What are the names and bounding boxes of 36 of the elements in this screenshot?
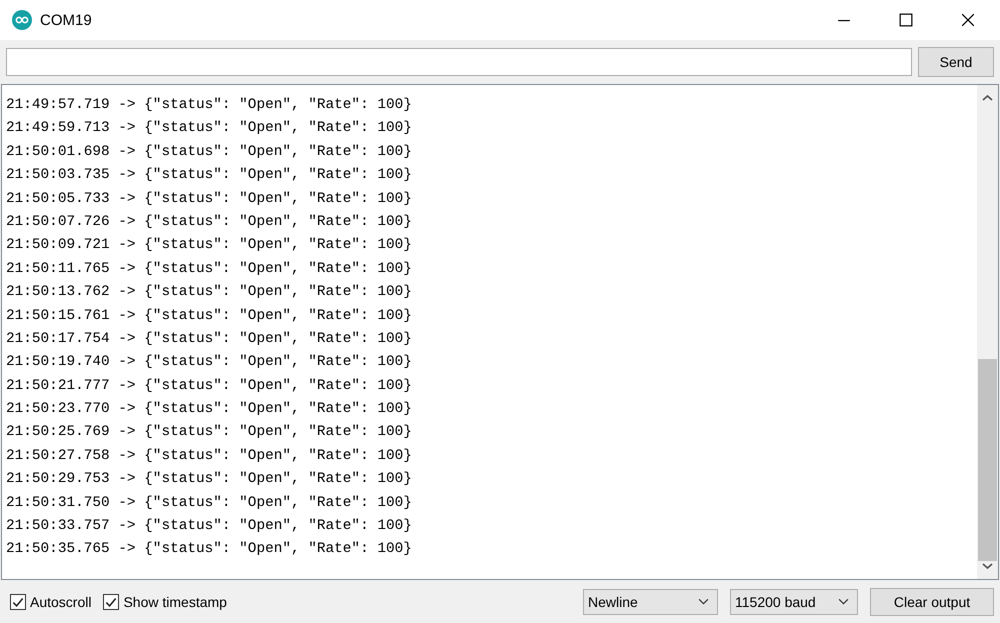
window-title: COM19 [40,12,92,28]
serial-output-line: 21:49:57.719 -> {"status": "Open", "Rate": 100} [6,96,413,115]
scrollbar-drawing[interactable] [977,85,998,579]
checkbox-label: Autoscroll [30,594,92,610]
chevron-down-icon [838,598,849,605]
serial-output-line: 21:49:59.713 -> {"status": "Open", "Rate": 100} [6,119,413,138]
serial-output-line: 21:50:35.765 -> {"status": "Open", "Rate": 100} [6,540,413,560]
serial-output-line: 21:50:15.761 -> {"status": "Open", "Rate": 100} [6,306,413,326]
chevron-down-icon [698,598,709,605]
serial-output-line: 21:50:21.777 -> {"status": "Open", "Rate": 100} [6,376,413,396]
serial-output-line: 21:50:09.721 -> {"status": "Open", "Rate": 100} [6,236,413,256]
serial-output-line: 21:50:25.769 -> {"status": "Open", "Rate": 100} [6,423,413,442]
serial-output-line: 21:50:07.726 -> {"status": "Open", "Rate": 100} [6,212,413,232]
serial-output-line: 21:50:27.758 -> {"status": "Open", "Rate": 100} [6,446,413,466]
serial-output-line: 21:50:31.750 -> {"status": "Open", "Rate": 100} [6,494,413,513]
serial-output-line: 21:50:29.753 -> {"status": "Open", "Rate": 100} [6,470,413,490]
serial-output-line: 21:50:01.698 -> {"status": "Open", "Rate": 100} [6,142,413,162]
serial-output-line: 21:50:33.757 -> {"status": "Open", "Rate": 100} [6,517,413,536]
clear-output-button[interactable]: Clear output [870,588,994,616]
serial-output-line: 21:50:11.765 -> {"status": "Open", "Rate": 100} [6,260,413,279]
maximize-icon[interactable] [899,13,913,27]
serial-output-line: 21:50:05.733 -> {"status": "Open", "Rate": 100} [6,190,413,209]
serial-output-line: 21:50:13.762 -> {"status": "Open", "Rate": 100} [6,283,413,302]
checkbox-label: Show timestamp [123,594,227,610]
serial-output-line: 21:50:03.735 -> {"status": "Open", "Rate": 100} [6,166,413,186]
serial-output-line: 21:50:19.740 -> {"status": "Open", "Rate": 100} [6,353,413,372]
checkbox[interactable] [10,594,26,610]
close-icon[interactable] [961,13,975,27]
serial-output-line: 21:50:17.754 -> {"status": "Open", "Rate": 100} [6,330,413,349]
baud-rate-dropdown[interactable]: 115200 baud [730,588,858,614]
app-logo-icon [12,10,32,30]
line-ending-dropdown[interactable]: Newline [583,588,718,614]
send-button[interactable]: Send [918,47,994,77]
serial-output-line: 21:50:23.770 -> {"status": "Open", "Rate": 100} [6,400,413,420]
message-input-field[interactable] [6,48,912,76]
checkbox[interactable] [103,594,120,610]
